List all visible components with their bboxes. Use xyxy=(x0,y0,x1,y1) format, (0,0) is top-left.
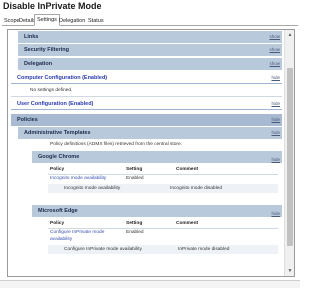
chrome-setting-value: Enabled xyxy=(126,176,144,181)
edge-col-policy: Policy xyxy=(50,221,65,226)
tab-delegation[interactable]: Delegation xyxy=(57,16,87,26)
vertical-scrollbar[interactable]: ▲ ▼ xyxy=(284,30,294,276)
settings-report: Links show Security Filtering show Deleg… xyxy=(8,30,284,276)
chrome-col-setting: Setting xyxy=(126,167,143,172)
policies-hide-toggle[interactable]: hide xyxy=(271,114,280,126)
tab-settings[interactable]: Settings xyxy=(34,14,60,26)
section-google-chrome[interactable]: Google Chrome hide xyxy=(32,151,282,163)
divider xyxy=(11,96,282,97)
edge-col-comment: Comment xyxy=(176,221,199,226)
section-administrative-templates[interactable]: Administrative Templates hide xyxy=(18,127,282,139)
chrome-policy-link[interactable]: Incognito mode availability xyxy=(50,176,106,181)
scroll-up-arrow-icon[interactable]: ▲ xyxy=(285,30,294,40)
scroll-down-arrow-icon[interactable]: ▼ xyxy=(285,266,294,276)
section-security-filtering[interactable]: Security Filtering show xyxy=(18,44,282,56)
edge-detail-label: Configure InPrivate mode availability xyxy=(64,247,142,252)
section-delegation[interactable]: Delegation show xyxy=(18,58,282,70)
edge-detail-value: InPrivate mode disabled xyxy=(178,247,230,252)
google-chrome-hide-toggle[interactable]: hide xyxy=(271,154,280,166)
delegation-show-toggle[interactable]: show xyxy=(269,58,280,70)
scroll-thumb[interactable] xyxy=(287,68,293,246)
administrative-templates-hide-toggle[interactable]: hide xyxy=(271,127,280,139)
user-configuration-hide-toggle[interactable]: hide xyxy=(271,98,280,110)
settings-report-pane: Links show Security Filtering show Deleg… xyxy=(7,29,295,277)
gpo-window: Disable InPrivate Mode Scope Details Set… xyxy=(0,0,300,288)
section-user-configuration-label: User Configuration (Enabled) xyxy=(17,101,94,107)
computer-configuration-hide-toggle[interactable]: hide xyxy=(271,72,280,84)
section-administrative-templates-label: Administrative Templates xyxy=(24,130,91,136)
tab-strip: Scope Details Settings Delegation Status xyxy=(2,14,298,26)
section-computer-configuration[interactable]: Computer Configuration (Enabled) hide xyxy=(11,72,282,84)
computer-no-settings-text: No settings defined. xyxy=(30,88,73,93)
tab-status[interactable]: Status xyxy=(86,16,106,26)
section-computer-configuration-label: Computer Configuration (Enabled) xyxy=(17,75,108,81)
links-show-toggle[interactable]: show xyxy=(269,31,280,43)
admx-source-note: Policy definitions (ADMX files) retrieve… xyxy=(50,142,182,147)
section-links[interactable]: Links show xyxy=(18,31,282,43)
section-policies[interactable]: Policies hide xyxy=(11,114,282,126)
chrome-detail-label: Incognito mode availability xyxy=(64,186,121,191)
section-microsoft-edge-label: Microsoft Edge xyxy=(38,208,78,214)
divider xyxy=(48,174,278,175)
section-google-chrome-label: Google Chrome xyxy=(38,154,80,160)
section-microsoft-edge[interactable]: Microsoft Edge hide xyxy=(32,205,282,217)
section-links-label: Links xyxy=(24,34,39,40)
section-policies-label: Policies xyxy=(17,117,38,123)
chrome-col-policy: Policy xyxy=(50,167,65,172)
edge-setting-value: Enabled xyxy=(126,230,144,235)
section-delegation-label: Delegation xyxy=(24,61,53,67)
section-security-filtering-label: Security Filtering xyxy=(24,47,69,53)
microsoft-edge-hide-toggle[interactable]: hide xyxy=(271,208,280,220)
security-filtering-show-toggle[interactable]: show xyxy=(269,44,280,56)
divider xyxy=(48,228,278,229)
window-title: Disable InPrivate Mode xyxy=(3,1,102,11)
chrome-detail-value: Incognito mode disabled xyxy=(170,186,223,191)
edge-policy-link-line1[interactable]: Configure InPrivate mode xyxy=(50,230,104,235)
chrome-col-comment: Comment xyxy=(176,167,199,172)
edge-policy-link-line2[interactable]: availability xyxy=(50,237,72,242)
section-user-configuration[interactable]: User Configuration (Enabled) hide xyxy=(11,98,282,110)
edge-col-setting: Setting xyxy=(126,221,143,226)
window-bottom-edge xyxy=(0,280,300,288)
